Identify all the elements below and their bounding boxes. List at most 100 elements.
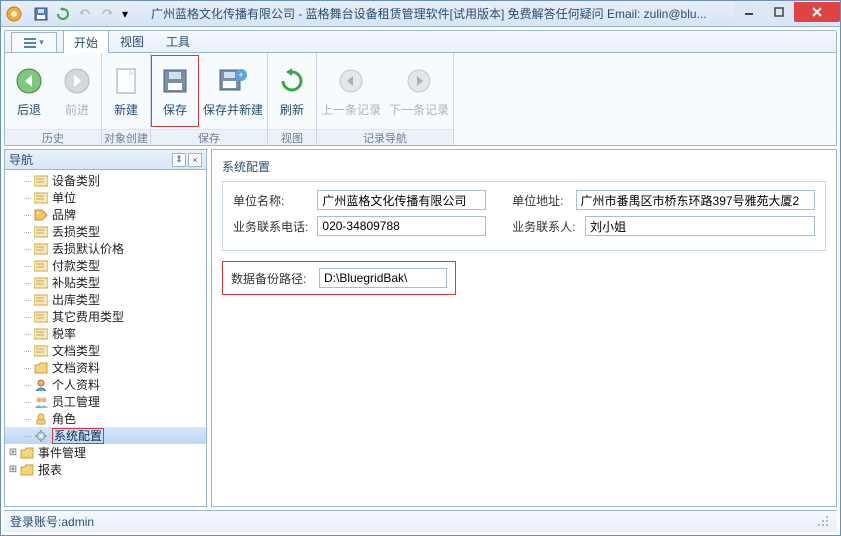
navigation-panel: 导航 ⇕ × ····设备类别····单位····品牌····丢损类型····丢… <box>4 149 207 507</box>
nav-tree[interactable]: ····设备类别····单位····品牌····丢损类型····丢损默认价格··… <box>5 170 206 506</box>
nav-item-label: 补贴类型 <box>52 274 100 291</box>
status-account-label: 登录账号: <box>10 513 61 530</box>
prev-record-icon <box>335 65 367 97</box>
nav-item-label: 报表 <box>38 461 62 478</box>
card-icon <box>33 344 49 358</box>
backup-path-input[interactable] <box>319 268 447 288</box>
phone-input[interactable] <box>317 216 486 236</box>
card-icon <box>33 191 49 205</box>
nav-item[interactable]: ····系统配置 <box>5 427 206 444</box>
minimize-button[interactable] <box>734 2 764 22</box>
nav-item[interactable]: ····角色 <box>5 410 206 427</box>
main-panel: 系统配置 单位名称: 单位地址: 业务联系电话: 业务联系人: 数据备份路径: <box>211 149 837 507</box>
nav-item-label: 其它费用类型 <box>52 308 124 325</box>
address-label: 单位地址: <box>512 192 569 209</box>
address-input[interactable] <box>576 190 815 210</box>
folder-icon <box>19 463 35 477</box>
expand-icon[interactable]: ⊞ <box>7 447 19 458</box>
refresh-button[interactable]: 刷新 <box>268 55 316 127</box>
qat-dropdown-button[interactable]: ▾ <box>119 4 131 24</box>
save-button[interactable]: 保存 <box>151 55 199 127</box>
back-icon <box>13 65 45 97</box>
svg-text:+: + <box>238 70 243 80</box>
nav-item[interactable]: ····文档类型 <box>5 342 206 359</box>
card-icon <box>33 242 49 256</box>
nav-item[interactable]: ····文档资料 <box>5 359 206 376</box>
next-record-icon <box>403 65 435 97</box>
window-title: 广州蓝格文化传播有限公司 - 蓝格舞台设备租赁管理软件[试用版本] 免费解答任何… <box>131 5 734 22</box>
company-name-label: 单位名称: <box>233 192 311 209</box>
save-icon <box>159 65 191 97</box>
qat-redo-button[interactable] <box>97 4 117 24</box>
nav-item[interactable]: ····出库类型 <box>5 291 206 308</box>
nav-close-button[interactable]: × <box>188 153 202 167</box>
ribbon-tabstrip: ▾ 开始 视图 工具 <box>5 31 836 53</box>
nav-item[interactable]: ····单位 <box>5 189 206 206</box>
resize-grip[interactable] <box>817 515 831 529</box>
tab-start[interactable]: 开始 <box>63 30 109 53</box>
card-icon <box>33 293 49 307</box>
company-name-input[interactable] <box>317 190 486 210</box>
card-icon <box>33 174 49 188</box>
nav-header: 导航 ⇕ × <box>5 150 206 170</box>
nav-item[interactable]: ····税率 <box>5 325 206 342</box>
new-button[interactable]: 新建 <box>102 55 150 127</box>
nav-item-label: 文档资料 <box>52 359 100 376</box>
tab-view[interactable]: 视图 <box>109 29 155 52</box>
ribbon-group-history: 后退 前进 历史 <box>5 53 102 145</box>
nav-item[interactable]: ⊞ 事件管理 <box>5 444 206 461</box>
new-doc-icon <box>110 65 142 97</box>
backup-path-group: 数据备份路径: <box>222 261 456 295</box>
close-button[interactable] <box>794 2 840 22</box>
expand-icon[interactable]: ⊞ <box>7 464 19 475</box>
maximize-button[interactable] <box>764 2 794 22</box>
backup-path-label: 数据备份路径: <box>231 270 313 287</box>
nav-item-label: 单位 <box>52 189 76 206</box>
refresh-icon <box>276 65 308 97</box>
prev-record-button[interactable]: 上一条记录 <box>317 55 385 127</box>
back-button[interactable]: 后退 <box>5 55 53 127</box>
form-basic: 单位名称: 单位地址: 业务联系电话: 业务联系人: <box>222 181 826 251</box>
contact-label: 业务联系人: <box>512 218 579 235</box>
nav-item-label: 员工管理 <box>52 393 100 410</box>
nav-item[interactable]: ····其它费用类型 <box>5 308 206 325</box>
tab-tools[interactable]: 工具 <box>155 29 201 52</box>
card-icon <box>33 310 49 324</box>
nav-item[interactable]: ····设备类别 <box>5 172 206 189</box>
contact-input[interactable] <box>585 216 815 236</box>
folder-icon <box>33 361 49 375</box>
ribbon-group-save: 保存 + 保存并新建 保存 <box>151 53 268 145</box>
next-record-button[interactable]: 下一条记录 <box>385 55 453 127</box>
folder-icon <box>19 446 35 460</box>
nav-item[interactable]: ····个人资料 <box>5 376 206 393</box>
nav-item[interactable]: ⊞ 报表 <box>5 461 206 478</box>
nav-item[interactable]: ····丢损默认价格 <box>5 240 206 257</box>
nav-item-label: 角色 <box>52 410 76 427</box>
nav-item-label: 文档类型 <box>52 342 100 359</box>
pin-button[interactable]: ⇕ <box>172 153 186 167</box>
card-icon <box>33 225 49 239</box>
nav-item[interactable]: ····付款类型 <box>5 257 206 274</box>
ribbon-app-button[interactable]: ▾ <box>11 32 57 52</box>
nav-item-label: 丢损类型 <box>52 223 100 240</box>
nav-item-label: 设备类别 <box>52 172 100 189</box>
qat-refresh-button[interactable] <box>53 4 73 24</box>
content-area: 导航 ⇕ × ····设备类别····单位····品牌····丢损类型····丢… <box>4 149 837 507</box>
ribbon: ▾ 开始 视图 工具 后退 前进 历史 新建 <box>4 30 837 146</box>
nav-item[interactable]: ····品牌 <box>5 206 206 223</box>
title-bar: ▾ 广州蓝格文化传播有限公司 - 蓝格舞台设备租赁管理软件[试用版本] 免费解答… <box>1 1 840 27</box>
forward-button[interactable]: 前进 <box>53 55 101 127</box>
qat-undo-button[interactable] <box>75 4 95 24</box>
nav-item[interactable]: ····丢损类型 <box>5 223 206 240</box>
nav-item-label: 系统配置 <box>52 428 104 444</box>
nav-item[interactable]: ····员工管理 <box>5 393 206 410</box>
nav-item-label: 事件管理 <box>38 444 86 461</box>
nav-item[interactable]: ····补贴类型 <box>5 274 206 291</box>
card-icon <box>33 259 49 273</box>
people-icon <box>33 395 49 409</box>
nav-item-label: 丢损默认价格 <box>52 240 124 257</box>
ribbon-group-record-nav: 上一条记录 下一条记录 记录导航 <box>317 53 454 145</box>
qat-save-button[interactable] <box>31 4 51 24</box>
section-title: 系统配置 <box>222 158 826 175</box>
save-and-new-button[interactable]: + 保存并新建 <box>199 55 267 127</box>
